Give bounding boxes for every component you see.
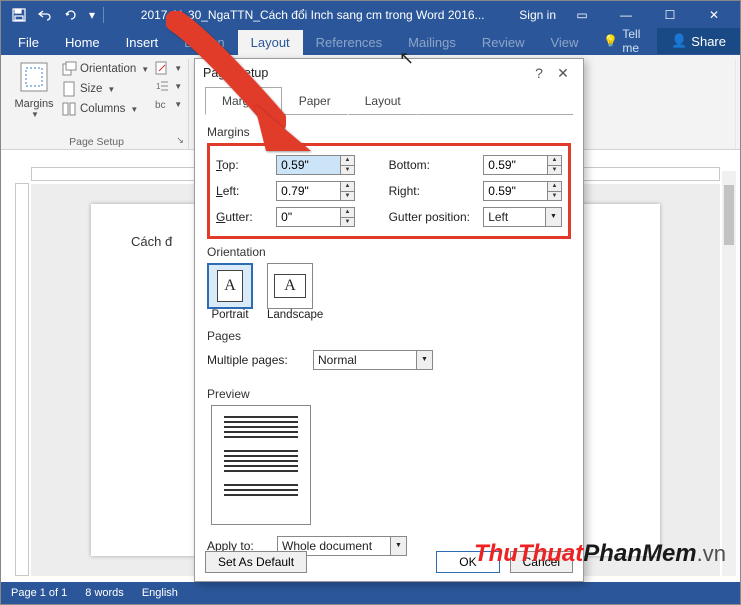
chevron-down-icon[interactable]: ▼ [545, 208, 561, 226]
tab-design[interactable]: Design [171, 30, 237, 55]
multiple-pages-value: Normal [314, 351, 432, 369]
title-bar: ▾ 2017-11-30_NgaTTN_Cách đổi Inch sang c… [1, 1, 740, 29]
tab-layout[interactable]: Layout [238, 30, 303, 55]
size-button[interactable]: Size▼ [61, 79, 149, 99]
top-label: Top: [216, 158, 270, 172]
watermark: ThuThuatPhanMem.vn [474, 540, 726, 568]
close-window-icon[interactable]: ✕ [696, 8, 732, 22]
spin-down-icon[interactable]: ▼ [340, 166, 354, 175]
page-setup-dialog: Page Setup ? ✕ Margins Paper Layout Marg… [194, 58, 584, 582]
tab-file[interactable]: File [5, 30, 52, 55]
dlg-tab-paper[interactable]: Paper [282, 87, 348, 115]
portrait-option[interactable]: A Portrait [207, 263, 253, 321]
left-label: Left: [216, 184, 270, 198]
ribbon-display-icon[interactable]: ▭ [564, 8, 600, 22]
landscape-option[interactable]: A Landscape [267, 263, 323, 321]
share-icon: 👤 [671, 33, 687, 49]
pages-section-label: Pages [207, 329, 571, 343]
share-button[interactable]: 👤 Share [657, 28, 740, 54]
qat-customize-icon[interactable]: ▾ [85, 4, 99, 26]
gutter-label: Gutter: [216, 210, 270, 224]
dlg-tab-margins[interactable]: Margins [205, 87, 282, 115]
gutter-pos-select[interactable]: Left▼ [483, 207, 562, 227]
maximize-icon[interactable]: ☐ [652, 8, 688, 22]
margins-fields-highlight: Top: ▲▼ Bottom: ▲▼ Left: ▲▼ Right: ▲▼ Gu… [207, 143, 571, 239]
spin-down-icon[interactable]: ▼ [547, 166, 561, 175]
tab-references[interactable]: References [303, 30, 395, 55]
dialog-close-icon[interactable]: ✕ [551, 65, 575, 82]
tell-me-label: Tell me [622, 27, 641, 55]
page-setup-launcher-icon[interactable]: ↘ [174, 135, 186, 147]
spin-up-icon[interactable]: ▲ [547, 182, 561, 192]
tab-view[interactable]: View [537, 30, 591, 55]
line-numbers-button[interactable]: 1▼ [155, 77, 182, 95]
set-default-button[interactable]: Set As Default [205, 551, 307, 573]
dialog-title: Page Setup [203, 66, 527, 80]
dlg-tab-layout[interactable]: Layout [348, 87, 418, 115]
tab-review[interactable]: Review [469, 30, 538, 55]
document-title: 2017-11-30_NgaTTN_Cách đổi Inch sang cm … [106, 8, 519, 22]
watermark-b: PhanMem [583, 540, 696, 567]
tab-insert[interactable]: Insert [113, 30, 172, 55]
svg-text:1: 1 [156, 82, 161, 91]
spin-up-icon[interactable]: ▲ [340, 182, 354, 192]
tell-me[interactable]: 💡 Tell me [591, 27, 653, 55]
chevron-down-icon[interactable]: ▼ [416, 351, 432, 369]
page-setup-group-label: Page Setup [5, 136, 188, 148]
spin-down-icon[interactable]: ▼ [340, 218, 354, 227]
status-bar: Page 1 of 1 8 words English [1, 582, 740, 604]
gutter-spinbox[interactable]: ▲▼ [276, 207, 355, 227]
status-words[interactable]: 8 words [85, 587, 124, 599]
minimize-icon[interactable]: — [608, 8, 644, 22]
gutter-pos-label: Gutter position: [389, 210, 478, 224]
spin-up-icon[interactable]: ▲ [547, 156, 561, 166]
margins-button[interactable]: Margins ▼ [11, 59, 57, 119]
breaks-button[interactable]: ▼ [155, 59, 182, 77]
margins-label: Margins [11, 98, 57, 110]
right-label: Right: [389, 184, 478, 198]
save-qat-icon[interactable] [7, 4, 31, 26]
ribbon-tabs: File Home Insert Design Layout Reference… [1, 29, 740, 55]
landscape-label: Landscape [267, 309, 323, 321]
bulb-icon: 💡 [603, 34, 618, 48]
margins-section-label: Margins [207, 125, 571, 139]
right-spinbox[interactable]: ▲▼ [483, 181, 562, 201]
status-page[interactable]: Page 1 of 1 [11, 587, 67, 599]
multiple-pages-select[interactable]: Normal▼ [313, 350, 433, 370]
left-spinbox[interactable]: ▲▼ [276, 181, 355, 201]
tab-home[interactable]: Home [52, 30, 113, 55]
vertical-scrollbar[interactable] [722, 171, 736, 576]
hyphenation-button[interactable]: bc▼ [155, 95, 182, 113]
top-spinbox[interactable]: ▲▼ [276, 155, 355, 175]
status-language[interactable]: English [142, 587, 178, 599]
orientation-section-label: Orientation [207, 245, 571, 259]
spin-up-icon[interactable]: ▲ [340, 208, 354, 218]
multiple-pages-label: Multiple pages: [207, 353, 307, 367]
dialog-help-icon[interactable]: ? [527, 65, 551, 81]
orientation-label: Orientation [80, 63, 136, 75]
columns-label: Columns [80, 103, 125, 115]
spin-up-icon[interactable]: ▲ [340, 156, 354, 166]
svg-text:bc: bc [155, 100, 166, 111]
redo-qat-icon[interactable] [59, 4, 83, 26]
cursor-icon: ↖ [399, 48, 414, 69]
preview-thumbnail [211, 405, 311, 525]
bottom-spinbox[interactable]: ▲▼ [483, 155, 562, 175]
columns-button[interactable]: Columns▼ [61, 99, 149, 119]
orientation-button[interactable]: Orientation▼ [61, 59, 149, 79]
spin-down-icon[interactable]: ▼ [340, 192, 354, 201]
watermark-a: ThuThuat [474, 540, 583, 567]
preview-section-label: Preview [207, 387, 571, 401]
watermark-c: .vn [697, 541, 726, 566]
document-text: Cách đ [131, 234, 172, 249]
vertical-ruler[interactable] [15, 183, 29, 576]
bottom-label: Bottom: [389, 158, 478, 172]
sign-in-link[interactable]: Sign in [519, 8, 556, 22]
share-label: Share [691, 34, 726, 49]
portrait-label: Portrait [207, 309, 253, 321]
spin-down-icon[interactable]: ▼ [547, 192, 561, 201]
undo-qat-icon[interactable] [33, 4, 57, 26]
size-label: Size [80, 83, 102, 95]
